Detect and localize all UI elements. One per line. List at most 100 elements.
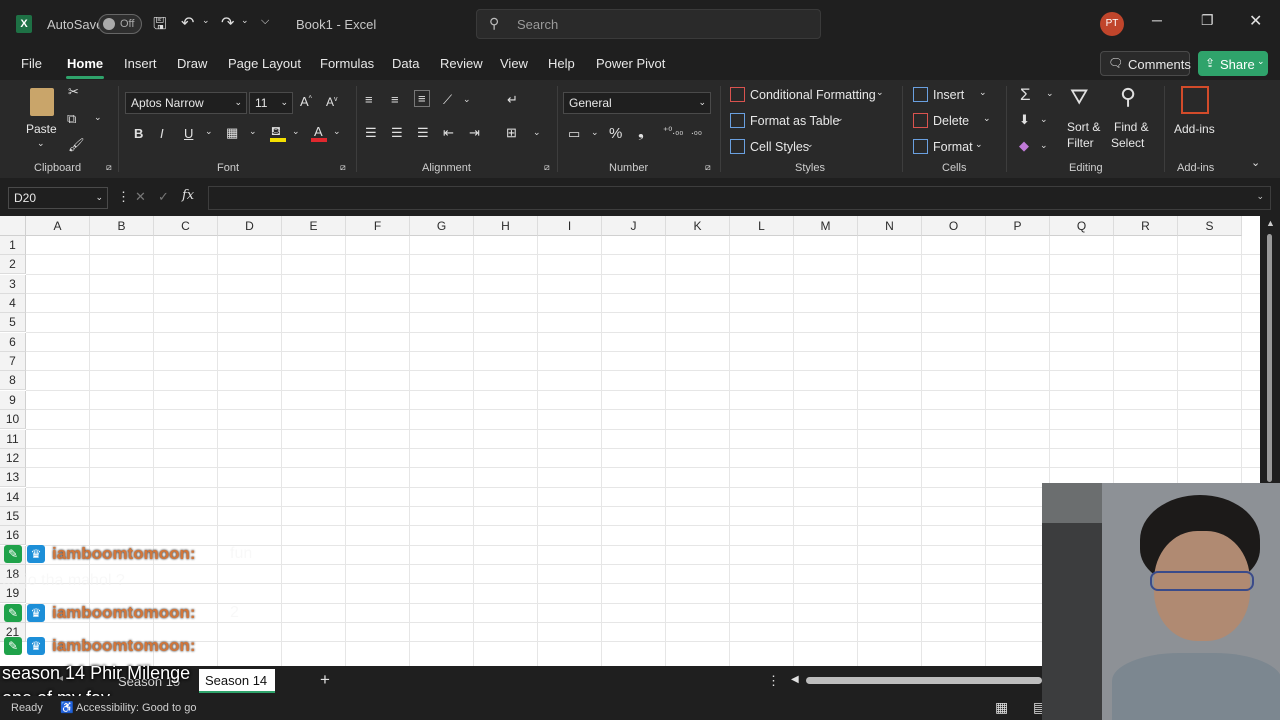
align-center-icon[interactable]: ☰ xyxy=(391,125,403,141)
column-header[interactable]: M xyxy=(794,216,858,236)
decrease-indent-icon[interactable]: ⇤ xyxy=(443,125,454,141)
normal-view-icon[interactable]: ▦ xyxy=(995,699,1008,716)
redo-icon[interactable]: ↷ xyxy=(221,13,234,33)
tab-view[interactable]: View xyxy=(500,56,528,71)
row-header[interactable]: 11 xyxy=(0,429,26,449)
alignment-launcher-icon[interactable]: ⧄ xyxy=(544,162,550,173)
row-header[interactable]: 12 xyxy=(0,448,26,468)
row-header[interactable]: 9 xyxy=(0,390,26,410)
cancel-entry-icon[interactable]: ✕ xyxy=(135,189,146,205)
wrap-text-icon[interactable]: ↵ xyxy=(507,92,518,108)
increase-indent-icon[interactable]: ⇥ xyxy=(469,125,480,141)
sheet-tab-season-14[interactable]: Season 14 xyxy=(199,669,275,693)
cell-styles-button[interactable]: Cell Styles ⌄ xyxy=(729,138,819,158)
column-header[interactable]: R xyxy=(1114,216,1178,236)
clipboard-launcher-icon[interactable]: ⧄ xyxy=(106,162,112,173)
clear-icon[interactable]: ◆ xyxy=(1019,138,1029,154)
row-header[interactable]: 5 xyxy=(0,313,26,333)
column-header[interactable]: I xyxy=(538,216,602,236)
customize-qat-icon[interactable]: ⌵ xyxy=(261,15,269,28)
tab-file[interactable]: File xyxy=(21,56,42,71)
currency-icon[interactable]: ▭ xyxy=(568,126,580,142)
more-sheets-icon[interactable]: ⋮ xyxy=(767,673,780,689)
column-header[interactable]: K xyxy=(666,216,730,236)
copy-icon[interactable]: ⧉ xyxy=(67,111,76,127)
column-header[interactable]: S xyxy=(1178,216,1242,236)
tab-page-layout[interactable]: Page Layout xyxy=(228,56,301,71)
row-header[interactable]: 7 xyxy=(0,352,26,372)
cut-icon[interactable]: ✂ xyxy=(68,84,79,100)
tab-data[interactable]: Data xyxy=(392,56,419,71)
column-header[interactable]: O xyxy=(922,216,986,236)
orientation-icon[interactable]: ⟋ xyxy=(443,92,452,108)
column-header[interactable]: P xyxy=(986,216,1050,236)
accessibility-status[interactable]: Accessibility: Good to go xyxy=(76,702,196,714)
row-header[interactable]: 8 xyxy=(0,371,26,391)
column-header[interactable]: J xyxy=(602,216,666,236)
more-options-icon[interactable]: ⋮ xyxy=(117,189,130,205)
fill-color-icon[interactable]: ⛾ xyxy=(270,124,286,142)
align-middle-icon[interactable]: ≡ xyxy=(391,92,399,107)
column-header[interactable]: H xyxy=(474,216,538,236)
tab-help[interactable]: Help xyxy=(548,56,575,71)
decrease-font-icon[interactable]: Av xyxy=(326,95,338,109)
fill-dropdown-icon[interactable]: ⌄ xyxy=(1040,114,1048,125)
column-header[interactable]: L xyxy=(730,216,794,236)
decrease-decimal-icon[interactable]: .₀₀ xyxy=(691,126,702,137)
undo-dropdown-icon[interactable]: ⌄ xyxy=(202,15,210,26)
formula-input[interactable]: ⌄ xyxy=(208,186,1271,210)
scroll-up-icon[interactable]: ▲ xyxy=(1266,218,1275,228)
align-right-icon[interactable]: ☰ xyxy=(417,125,429,141)
save-icon[interactable]: 🖫 xyxy=(153,13,167,40)
restore-icon[interactable]: ❐ xyxy=(1201,12,1214,29)
row-header[interactable]: 1 xyxy=(0,236,26,255)
ribbon-collapse-icon[interactable]: ⌄ xyxy=(1251,156,1260,169)
row-header[interactable]: 3 xyxy=(0,274,26,294)
column-header[interactable]: B xyxy=(90,216,154,236)
confirm-entry-icon[interactable]: ✓ xyxy=(158,189,169,205)
user-avatar[interactable]: PT xyxy=(1100,12,1124,36)
delete-cells-button[interactable]: Delete ⌄ xyxy=(912,112,994,132)
align-left-icon[interactable]: ☰ xyxy=(365,125,377,141)
scroll-left-icon[interactable]: ◀ xyxy=(791,674,799,685)
row-header[interactable]: 15 xyxy=(0,506,26,526)
row-header[interactable]: 10 xyxy=(0,410,26,430)
find-select-button[interactable]: ⚲ Find & Select xyxy=(1110,84,1158,154)
autosum-dropdown-icon[interactable]: ⌄ xyxy=(1046,88,1054,99)
tab-power-pivot[interactable]: Power Pivot xyxy=(596,56,665,71)
format-cells-button[interactable]: Format ⌄ xyxy=(912,138,986,158)
bold-button[interactable]: B xyxy=(134,126,143,141)
row-header[interactable]: 6 xyxy=(0,332,26,352)
column-header[interactable]: Q xyxy=(1050,216,1114,236)
row-header[interactable]: 13 xyxy=(0,468,26,488)
vertical-scrollbar[interactable]: ▲ xyxy=(1260,216,1280,484)
copy-dropdown-icon[interactable]: ⌄ xyxy=(94,112,102,123)
borders-icon[interactable]: ▦ xyxy=(226,125,238,141)
close-icon[interactable]: ✕ xyxy=(1249,11,1262,31)
borders-dropdown-icon[interactable]: ⌄ xyxy=(249,126,257,137)
tab-formulas[interactable]: Formulas xyxy=(320,56,374,71)
row-header[interactable]: 14 xyxy=(0,487,26,507)
comments-button[interactable]: 🗨 Comments xyxy=(1100,51,1191,76)
number-format-select[interactable]: General ⌄ xyxy=(563,92,711,114)
fill-dropdown-icon[interactable]: ⌄ xyxy=(292,126,300,137)
merge-center-icon[interactable]: ⊞ xyxy=(506,125,517,141)
select-all-corner[interactable] xyxy=(0,216,26,236)
fill-down-icon[interactable]: ⬇ xyxy=(1019,112,1030,128)
tab-draw[interactable]: Draw xyxy=(177,56,207,71)
column-header[interactable]: F xyxy=(346,216,410,236)
insert-function-button[interactable]: fx xyxy=(182,188,194,203)
tab-review[interactable]: Review xyxy=(440,56,483,71)
column-header[interactable]: C xyxy=(154,216,218,236)
tab-home[interactable]: Home xyxy=(67,56,103,71)
underline-button[interactable]: U xyxy=(184,126,193,141)
merge-dropdown-icon[interactable]: ⌄ xyxy=(533,127,541,138)
column-header[interactable]: G xyxy=(410,216,474,236)
undo-icon[interactable]: ↶ xyxy=(181,13,194,33)
share-button[interactable]: ⇪ Share ⌄ xyxy=(1198,51,1268,76)
italic-button[interactable]: I xyxy=(160,126,164,141)
clear-dropdown-icon[interactable]: ⌄ xyxy=(1040,140,1048,151)
font-color-dropdown-icon[interactable]: ⌄ xyxy=(333,126,341,137)
conditional-formatting-button[interactable]: Conditional Formatting ⌄ xyxy=(729,86,885,106)
addins-button[interactable]: Add-ins xyxy=(1172,84,1222,144)
